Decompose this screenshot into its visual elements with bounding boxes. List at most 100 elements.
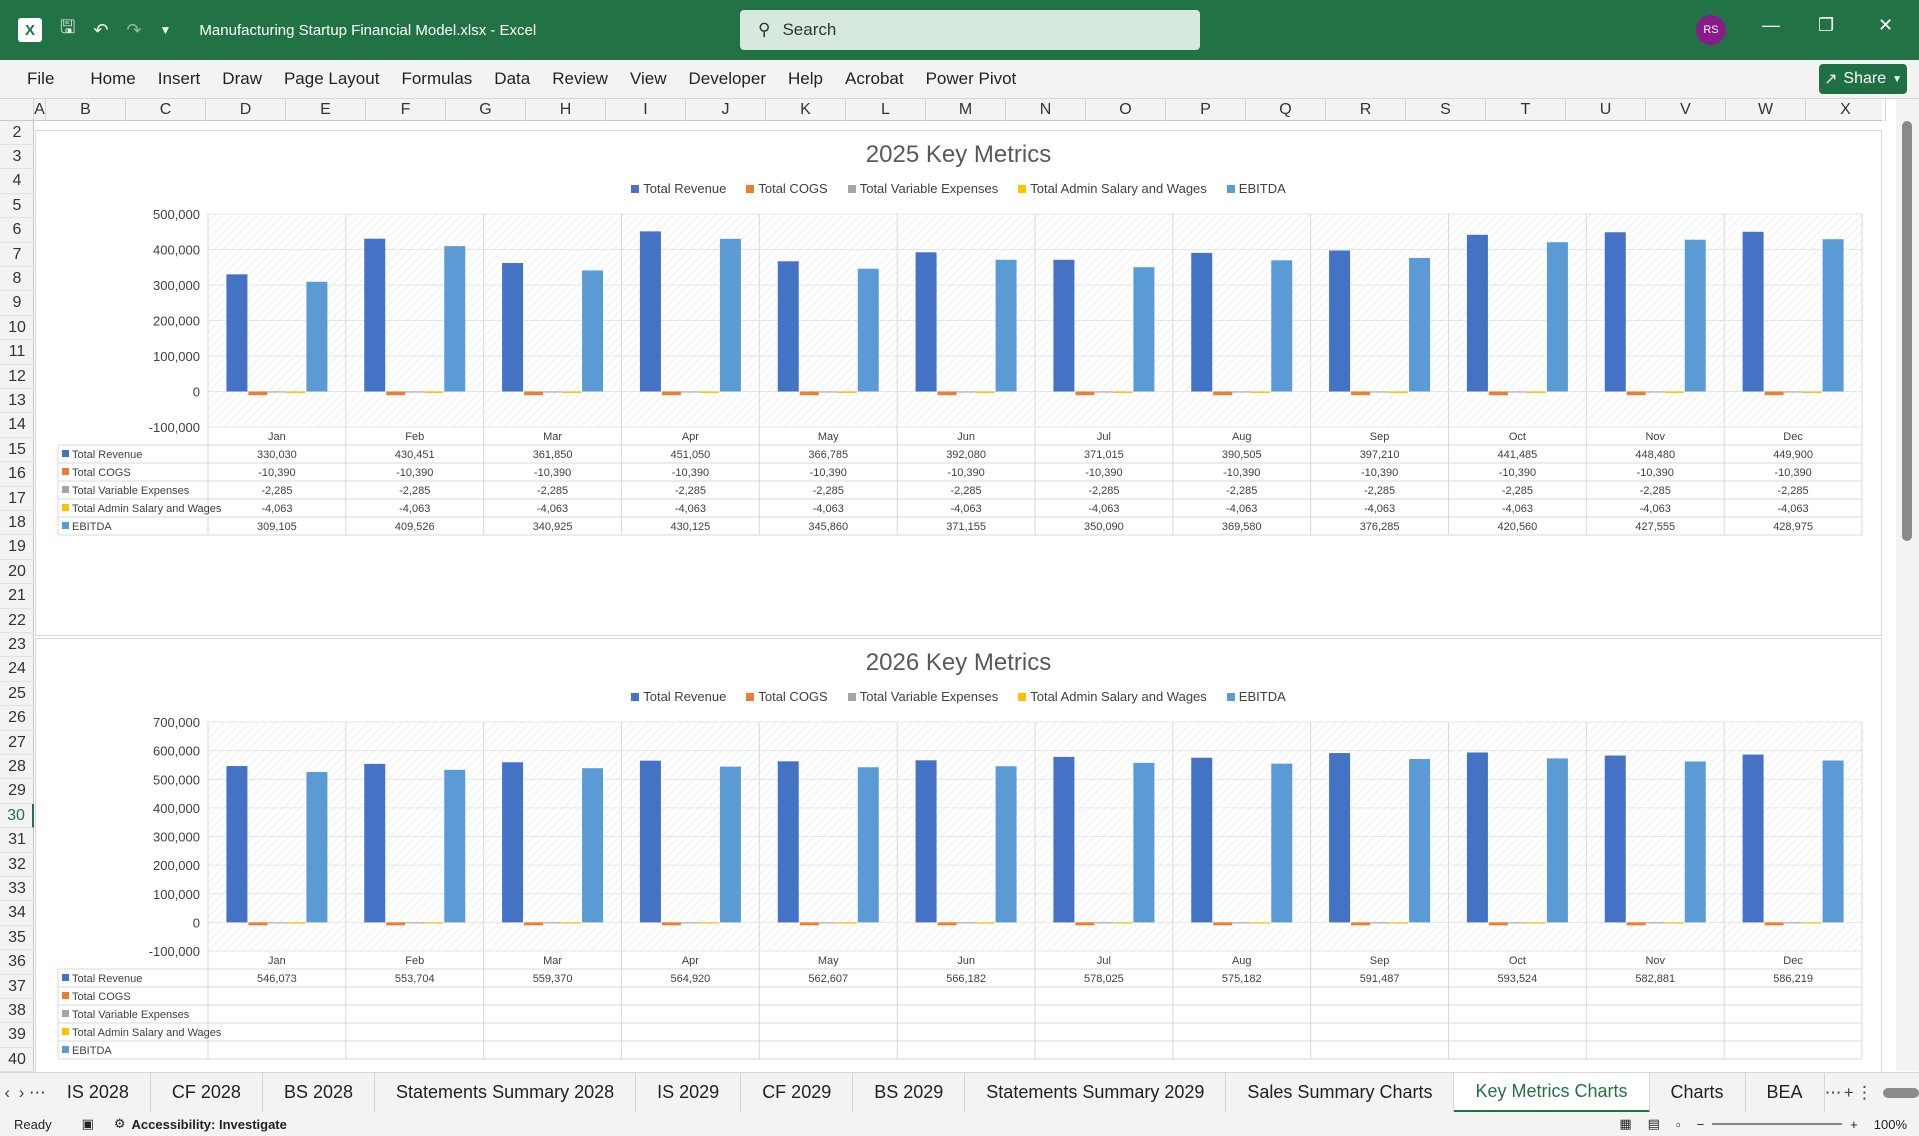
bar-ebitda[interactable] — [995, 259, 1017, 392]
sheet-tab-is-2029[interactable]: IS 2029 — [636, 1072, 742, 1113]
bar-total-admin-salary-and-wages[interactable] — [975, 391, 995, 393]
row-header-6[interactable]: 6 — [0, 219, 34, 243]
ribbon-tab-home[interactable]: Home — [79, 69, 146, 89]
ribbon-tab-help[interactable]: Help — [777, 69, 834, 89]
column-header-x[interactable]: X — [1806, 99, 1886, 121]
bar-total-variable-expenses[interactable] — [267, 391, 287, 393]
select-all-corner[interactable] — [0, 99, 34, 121]
bar-total-variable-expenses[interactable] — [956, 391, 976, 393]
bar-total-admin-salary-and-wages[interactable] — [1389, 391, 1409, 393]
row-header-2[interactable]: 2 — [0, 121, 34, 145]
bar-total-cogs[interactable] — [248, 391, 268, 396]
bar-total-admin-salary-and-wages[interactable] — [1526, 391, 1546, 393]
bar-ebitda[interactable] — [582, 768, 604, 923]
normal-view-icon[interactable]: ▦ — [1619, 1116, 1631, 1132]
bar-total-revenue[interactable] — [1604, 232, 1626, 392]
bar-ebitda[interactable] — [1822, 760, 1844, 923]
bar-total-admin-salary-and-wages[interactable] — [424, 922, 444, 924]
bar-ebitda[interactable] — [444, 246, 466, 392]
more-sheets-icon[interactable]: ⋯ — [1825, 1083, 1842, 1103]
row-header-24[interactable]: 24 — [0, 658, 34, 682]
bar-total-cogs[interactable] — [1351, 391, 1371, 396]
column-header-o[interactable]: O — [1086, 99, 1166, 121]
bar-total-cogs[interactable] — [1213, 391, 1233, 396]
bar-total-revenue[interactable] — [502, 762, 524, 923]
row-header-39[interactable]: 39 — [0, 1024, 34, 1048]
bar-total-admin-salary-and-wages[interactable] — [286, 391, 306, 393]
redo-icon[interactable]: ↷ — [126, 20, 141, 41]
column-header-r[interactable]: R — [1326, 99, 1406, 121]
bar-total-variable-expenses[interactable] — [1370, 391, 1390, 393]
search-box[interactable]: ⚲ Search — [740, 10, 1200, 50]
bar-total-cogs[interactable] — [1075, 391, 1095, 396]
bar-ebitda[interactable] — [444, 769, 466, 923]
bar-total-admin-salary-and-wages[interactable] — [562, 391, 582, 393]
close-icon[interactable]: ✕ — [1878, 15, 1893, 36]
ribbon-tab-data[interactable]: Data — [483, 69, 541, 89]
bar-total-cogs[interactable] — [386, 922, 406, 926]
bar-total-revenue[interactable] — [1053, 756, 1075, 923]
row-header-18[interactable]: 18 — [0, 511, 34, 536]
bar-total-cogs[interactable] — [1488, 391, 1508, 396]
prev-sheet-icon[interactable]: ‹ — [0, 1083, 14, 1103]
row-header-23[interactable]: 23 — [0, 633, 34, 658]
column-header-m[interactable]: M — [926, 99, 1006, 121]
bar-total-cogs[interactable] — [248, 922, 268, 926]
bar-ebitda[interactable] — [306, 281, 328, 392]
bar-total-variable-expenses[interactable] — [1507, 391, 1527, 393]
column-header-v[interactable]: V — [1646, 99, 1726, 121]
bar-total-admin-salary-and-wages[interactable] — [1251, 922, 1271, 924]
bar-total-variable-expenses[interactable] — [543, 391, 563, 393]
row-header-11[interactable]: 11 — [0, 341, 34, 365]
row-header-37[interactable]: 37 — [0, 975, 34, 999]
bar-total-cogs[interactable] — [799, 922, 819, 926]
column-header-a[interactable]: A — [34, 99, 46, 121]
bar-total-revenue[interactable] — [1329, 250, 1351, 392]
bar-ebitda[interactable] — [306, 771, 328, 923]
ribbon-tab-page-layout[interactable]: Page Layout — [273, 69, 390, 89]
row-header-12[interactable]: 12 — [0, 365, 34, 389]
row-header-32[interactable]: 32 — [0, 853, 34, 877]
bar-total-cogs[interactable] — [1488, 922, 1508, 926]
ribbon-tab-view[interactable]: View — [619, 69, 678, 89]
bar-total-admin-salary-and-wages[interactable] — [1802, 391, 1822, 393]
row-header-36[interactable]: 36 — [0, 951, 34, 975]
row-header-8[interactable]: 8 — [0, 267, 34, 292]
zoom-out-icon[interactable]: − — [1697, 1117, 1705, 1132]
ribbon-tab-developer[interactable]: Developer — [678, 69, 778, 89]
ribbon-tab-formulas[interactable]: Formulas — [390, 69, 483, 89]
column-header-f[interactable]: F — [366, 99, 446, 121]
bar-total-admin-salary-and-wages[interactable] — [1251, 391, 1271, 393]
bar-total-revenue[interactable] — [1466, 752, 1488, 923]
row-header-33[interactable]: 33 — [0, 877, 34, 902]
bar-total-revenue[interactable] — [1191, 757, 1213, 923]
row-header-10[interactable]: 10 — [0, 316, 34, 341]
bar-total-revenue[interactable] — [1466, 234, 1488, 392]
sheet-tab-cf-2028[interactable]: CF 2028 — [151, 1072, 263, 1113]
bar-total-cogs[interactable] — [937, 391, 957, 396]
bar-total-revenue[interactable] — [1191, 252, 1213, 392]
bar-total-variable-expenses[interactable] — [680, 922, 700, 924]
row-header-25[interactable]: 25 — [0, 682, 34, 707]
column-header-k[interactable]: K — [766, 99, 846, 121]
bar-total-cogs[interactable] — [386, 391, 406, 396]
bar-ebitda[interactable] — [582, 270, 604, 392]
zoom-slider[interactable] — [1712, 1123, 1843, 1125]
bar-total-cogs[interactable] — [937, 922, 957, 926]
bar-total-revenue[interactable] — [1053, 259, 1075, 392]
bar-total-revenue[interactable] — [1604, 755, 1626, 923]
bar-ebitda[interactable] — [1409, 758, 1431, 923]
column-header-h[interactable]: H — [526, 99, 606, 121]
bar-total-admin-salary-and-wages[interactable] — [1389, 922, 1409, 924]
sheet-tab-key-metrics-charts[interactable]: Key Metrics Charts — [1454, 1072, 1650, 1113]
row-header-29[interactable]: 29 — [0, 780, 34, 804]
row-header-31[interactable]: 31 — [0, 829, 34, 853]
row-header-17[interactable]: 17 — [0, 487, 34, 511]
next-sheet-icon[interactable]: › — [14, 1083, 28, 1103]
row-header-9[interactable]: 9 — [0, 292, 34, 316]
sheet-tab-statements-summary-2028[interactable]: Statements Summary 2028 — [375, 1072, 637, 1113]
row-header-3[interactable]: 3 — [0, 145, 34, 170]
bar-total-admin-salary-and-wages[interactable] — [1526, 922, 1546, 924]
bar-total-variable-expenses[interactable] — [1370, 922, 1390, 924]
bar-total-variable-expenses[interactable] — [267, 922, 287, 924]
